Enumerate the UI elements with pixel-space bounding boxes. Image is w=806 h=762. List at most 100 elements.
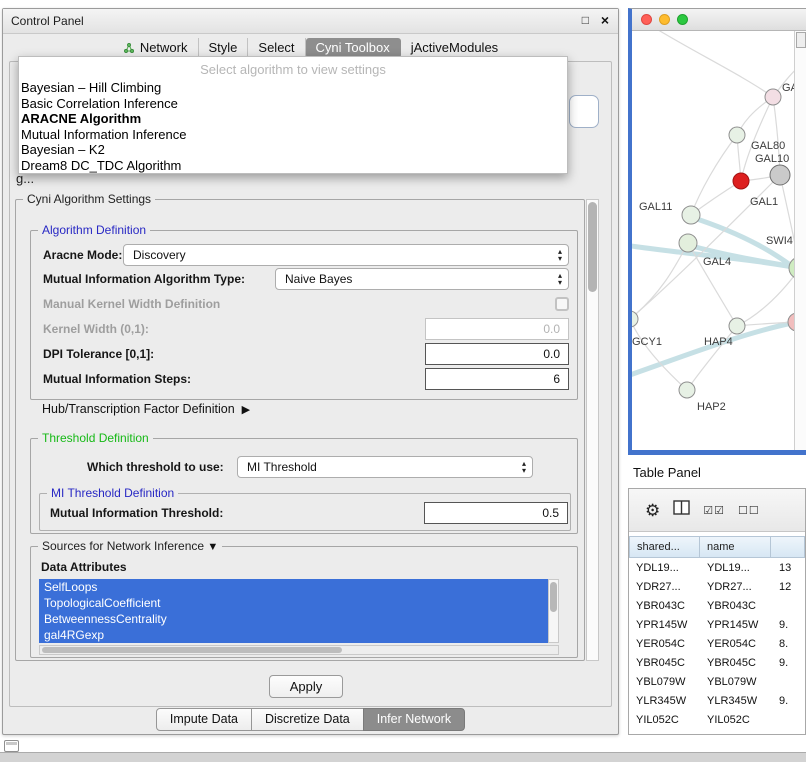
gear-icon[interactable]: ⚙	[645, 502, 660, 519]
column-header[interactable]: shared...	[629, 536, 700, 558]
algorithm-option[interactable]: Bayesian – Hill Climbing	[19, 80, 567, 96]
table-row[interactable]: YIL052CYIL052C	[629, 710, 805, 729]
node-label: HAP2	[697, 401, 726, 413]
network-view-window: GAL8GAL80GAL10GAL11GAL1SWI4GAL4GCY1HAP4Y…	[628, 8, 806, 455]
data-attributes-list[interactable]: SelfLoopsTopologicalCoefficientBetweenne…	[39, 579, 548, 643]
table-row[interactable]: YBL079WYBL079W	[629, 672, 805, 691]
scrollbar-thumb[interactable]	[796, 32, 806, 48]
network-node[interactable]	[729, 318, 745, 334]
network-window-titlebar[interactable]	[632, 9, 806, 31]
table-cell: YPR145W	[700, 619, 772, 631]
tab-jactivemodules[interactable]: jActiveModules	[401, 38, 508, 58]
minimize-traffic-light[interactable]	[659, 14, 670, 25]
table-row[interactable]: YBR043CYBR043C	[629, 596, 805, 615]
algorithm-option[interactable]: Bayesian – K2	[19, 142, 567, 158]
table-row[interactable]: YPR145WYPR145W9.	[629, 615, 805, 634]
table-cell: 12	[772, 581, 805, 593]
algorithm-option[interactable]: ARACNE Algorithm	[19, 111, 567, 127]
network-node[interactable]	[679, 382, 695, 398]
algorithm-option[interactable]: Basic Correlation Inference	[19, 96, 567, 112]
network-node[interactable]	[729, 127, 745, 143]
dpi-tolerance-field[interactable]: 0.0	[425, 343, 569, 365]
which-threshold-select[interactable]: MI Threshold ▴▾	[237, 456, 533, 478]
node-label: GCY1	[632, 336, 662, 348]
aracne-mode-value: Discovery	[133, 248, 186, 262]
table-row[interactable]: YLR345WYLR345W9.	[629, 691, 805, 710]
close-traffic-light[interactable]	[641, 14, 652, 25]
tab-select[interactable]: Select	[248, 38, 305, 58]
sources-toggle[interactable]: Sources for Network Inference ▼	[38, 539, 222, 553]
hub-definition-toggle[interactable]: Hub/Transcription Factor Definition ▶	[42, 402, 250, 416]
sources-group: Sources for Network Inference ▼ Data Att…	[30, 546, 578, 658]
attributes-vertical-scrollbar[interactable]	[548, 579, 559, 643]
attribute-item[interactable]: gal4RGexp	[39, 627, 548, 643]
algorithm-option[interactable]: Dream8 DC_TDC Algorithm	[19, 158, 567, 174]
bottom-tab-impute-data[interactable]: Impute Data	[156, 708, 252, 731]
table-row[interactable]: YER054CYER054C8.	[629, 634, 805, 653]
tab-network[interactable]: Network	[113, 38, 199, 58]
tab-style[interactable]: Style	[199, 38, 249, 58]
table-cell: YBR045C	[629, 657, 700, 669]
tab-cyni-toolbox[interactable]: Cyni Toolbox	[306, 38, 401, 58]
columns-icon[interactable]	[673, 500, 690, 520]
node-label: GAL11	[639, 201, 672, 213]
cyni-algorithm-settings-group: Cyni Algorithm Settings Algorithm Defini…	[15, 199, 585, 661]
network-edge[interactable]	[632, 322, 797, 377]
mi-threshold-field[interactable]: 0.5	[424, 502, 568, 524]
network-edge[interactable]	[632, 319, 687, 390]
network-edge[interactable]	[650, 31, 773, 97]
node-label: SWI4	[766, 235, 793, 247]
float-window-icon[interactable]: □	[582, 13, 589, 27]
table-cell: YIL052C	[700, 714, 772, 726]
mi-threshold-group-title: MI Threshold Definition	[47, 486, 178, 500]
bottom-tab-infer-network[interactable]: Infer Network	[363, 708, 465, 731]
table-row[interactable]: YDR27...YDR27...12	[629, 577, 805, 596]
mi-threshold-value: 0.5	[542, 506, 559, 520]
attribute-item[interactable]: BetweennessCentrality	[39, 611, 548, 627]
network-node[interactable]	[733, 173, 749, 189]
mi-steps-field[interactable]: 6	[425, 368, 569, 390]
mi-threshold-label: Mutual Information Threshold:	[50, 506, 223, 520]
settings-group-title: Cyni Algorithm Settings	[23, 192, 155, 206]
network-node[interactable]	[682, 206, 700, 224]
node-label: HAP4	[704, 336, 733, 348]
algorithm-placeholder: Select algorithm to view settings	[19, 62, 567, 77]
network-canvas[interactable]: GAL8GAL80GAL10GAL11GAL1SWI4GAL4GCY1HAP4Y…	[632, 31, 806, 450]
select-checks-icon[interactable]: ☑☑	[703, 504, 725, 517]
network-node[interactable]	[679, 234, 697, 252]
window-title: Control Panel	[11, 14, 84, 28]
network-node[interactable]	[765, 89, 781, 105]
tab-label: Cyni Toolbox	[316, 40, 390, 56]
dpi-tolerance-label: DPI Tolerance [0,1]:	[43, 347, 154, 361]
settings-scrollbar[interactable]	[586, 199, 599, 661]
table-row[interactable]: YDL19...YDL19...13	[629, 558, 805, 577]
attribute-item[interactable]: TopologicalCoefficient	[39, 595, 548, 611]
column-header[interactable]	[770, 536, 805, 558]
attributes-horizontal-scrollbar[interactable]	[39, 645, 559, 655]
docked-panel-icon[interactable]	[4, 740, 19, 752]
hub-definition-label: Hub/Transcription Factor Definition	[42, 402, 235, 416]
table-cell: YLR345W	[629, 695, 700, 707]
close-icon[interactable]: ×	[601, 12, 609, 28]
aracne-mode-select[interactable]: Discovery ▴▾	[123, 244, 569, 266]
combo-arrows-icon: ▴▾	[558, 272, 562, 286]
attribute-item[interactable]: SelfLoops	[39, 579, 548, 595]
scrollbar-thumb[interactable]	[588, 202, 597, 292]
sources-title: Sources for Network Inference	[42, 539, 204, 553]
table-row[interactable]: YBR045CYBR045C9.	[629, 653, 805, 672]
zoom-traffic-light[interactable]	[677, 14, 688, 25]
network-node[interactable]	[770, 165, 790, 185]
column-header[interactable]: name	[699, 536, 771, 558]
kernel-width-field[interactable]: 0.0	[425, 318, 569, 340]
mi-type-select[interactable]: Naive Bayes ▴▾	[275, 268, 569, 290]
bottom-tab-discretize-data[interactable]: Discretize Data	[251, 708, 364, 731]
unselect-boxes-icon[interactable]: ☐☐	[738, 504, 760, 517]
manual-kernel-checkbox[interactable]	[555, 297, 569, 311]
scrollbar-thumb[interactable]	[550, 582, 557, 612]
network-edge[interactable]	[691, 135, 737, 215]
scrollbar-thumb[interactable]	[42, 647, 342, 653]
algorithm-option[interactable]: Mutual Information Inference	[19, 127, 567, 143]
apply-button[interactable]: Apply	[269, 675, 343, 698]
table-cell: YDR27...	[629, 581, 700, 593]
network-scrollbar[interactable]	[794, 31, 806, 450]
